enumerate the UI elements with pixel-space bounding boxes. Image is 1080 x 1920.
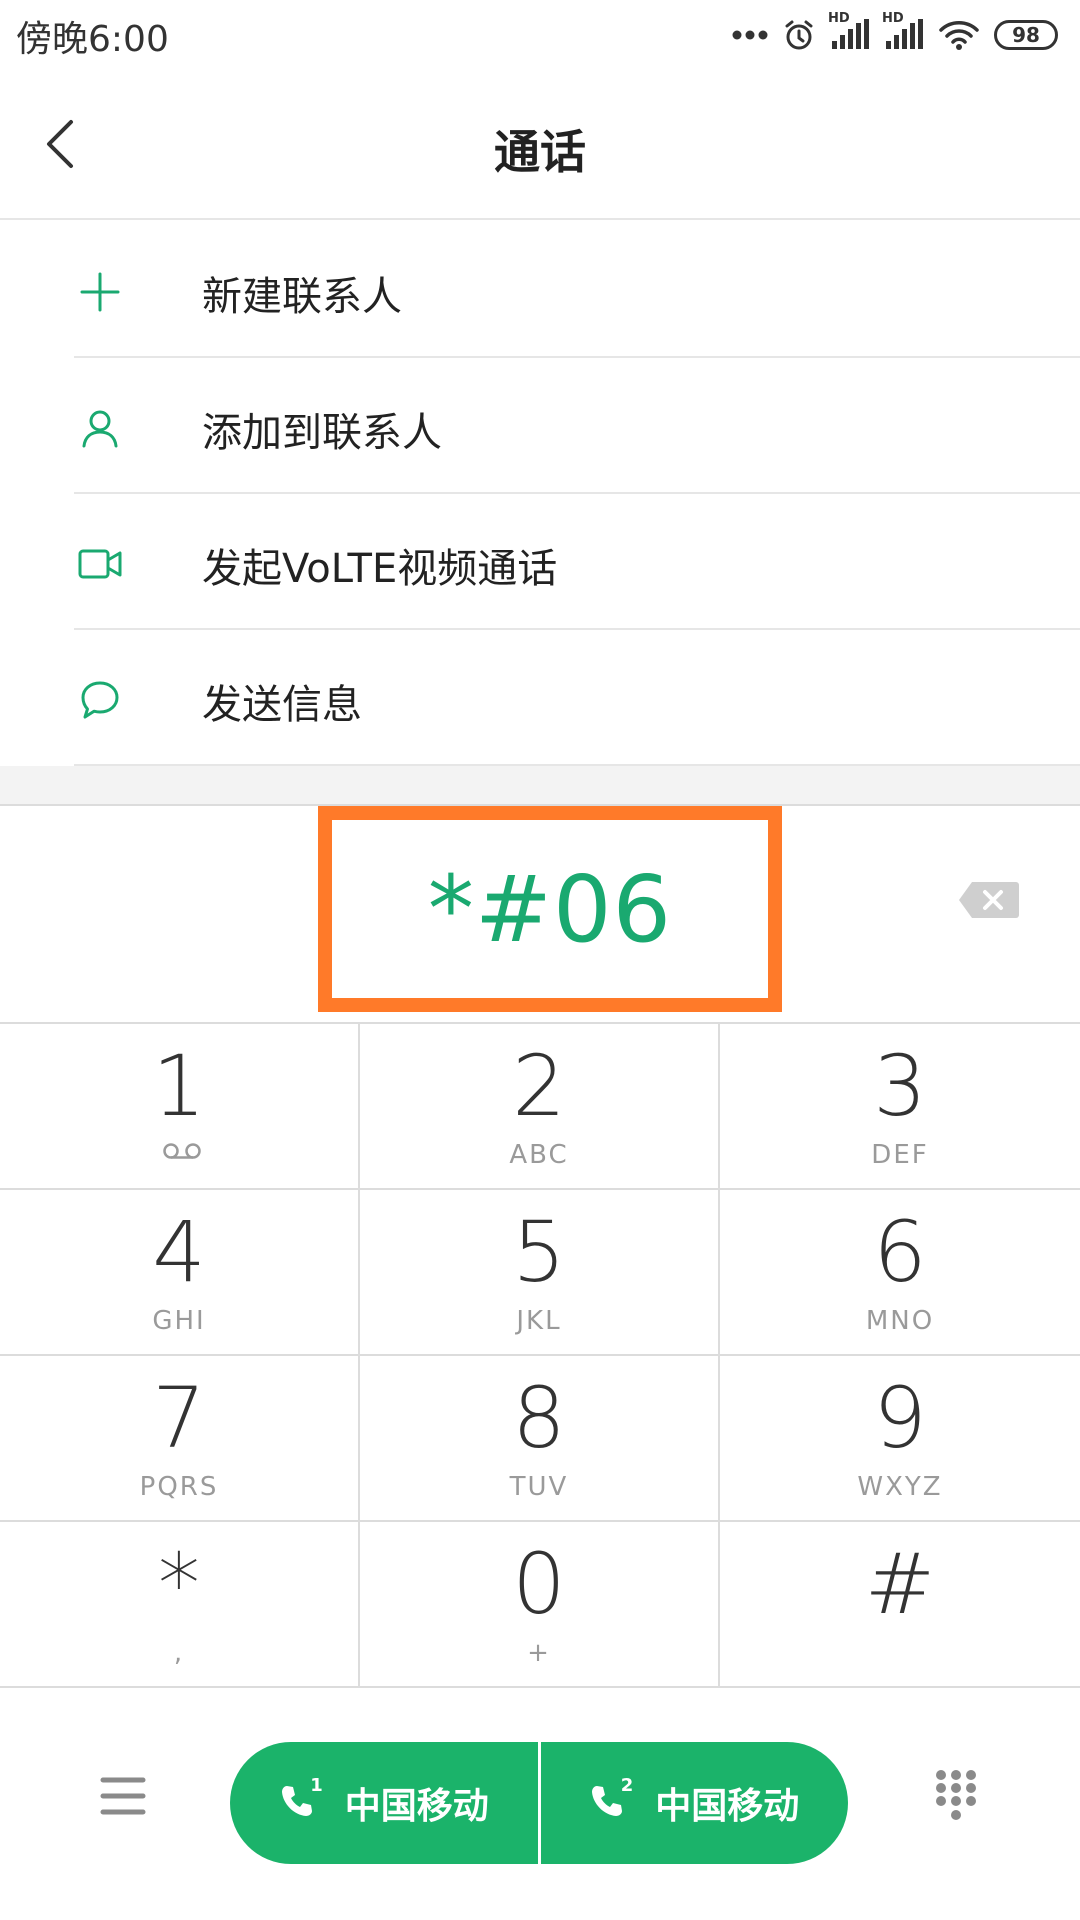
signal-sim2-icon: HD (882, 11, 924, 51)
sim1-index: 1 (310, 1775, 323, 1796)
key-letters: ABC (509, 1140, 569, 1170)
signal-sim1-icon: HD (828, 11, 870, 51)
sim1-label: 中国移动 (344, 1786, 489, 1827)
phone-sim1-icon: 1 (279, 1775, 323, 1823)
key-digit: 8 (512, 1369, 566, 1467)
key-digit: 5 (512, 1203, 566, 1301)
key-8[interactable]: 8 TUV (360, 1356, 720, 1522)
key-1[interactable]: 1 (0, 1024, 360, 1190)
dialpad-toggle-button[interactable] (934, 1768, 978, 1824)
menu-button[interactable] (100, 1774, 146, 1818)
key-digit: 3 (873, 1037, 927, 1135)
key-digit: * (158, 1535, 200, 1633)
key-letters: GHI (152, 1306, 206, 1336)
key-9[interactable]: 9 WXYZ (720, 1356, 1080, 1522)
message-bubble-icon (78, 678, 122, 722)
key-2[interactable]: 2 ABC (360, 1024, 720, 1190)
menu-item-send-message[interactable]: 发送信息 (0, 630, 1080, 766)
key-6[interactable]: 6 MNO (720, 1190, 1080, 1356)
key-letters: MNO (865, 1306, 935, 1336)
sim2-label: 中国移动 (655, 1786, 800, 1827)
phone-sim2-icon: 2 (589, 1775, 633, 1823)
more-dots-icon (732, 29, 768, 41)
key-letters: DEF (871, 1140, 929, 1170)
key-digit: 6 (873, 1203, 927, 1301)
menu-item-new-contact[interactable]: 新建联系人 (0, 222, 1080, 358)
plus-icon (78, 270, 122, 314)
key-star[interactable]: * , (0, 1522, 360, 1688)
key-4[interactable]: 4 GHI (0, 1190, 360, 1356)
page-title: 通话 (494, 125, 586, 179)
wifi-icon (938, 19, 980, 51)
alarm-clock-icon (782, 18, 816, 52)
menu-item-label: 新建联系人 (202, 274, 402, 320)
backspace-button[interactable] (958, 880, 1020, 920)
key-letters: TUV (509, 1472, 569, 1502)
keypad: 1 2 ABC 3 DEF 4 GHI 5 JKL 6 MNO 7 PQRS 8… (0, 1024, 1080, 1688)
entered-number[interactable]: *#06 (428, 856, 672, 963)
key-0[interactable]: 0 + (360, 1522, 720, 1688)
call-sim2-button[interactable]: 2 中国移动 (541, 1742, 849, 1864)
person-icon (78, 406, 122, 450)
hamburger-icon (100, 1777, 146, 1815)
menu-item-label: 发起VoLTE视频通话 (202, 546, 558, 592)
action-menu: 新建联系人 添加到联系人 发起VoLTE视频通话 发送信息 (0, 222, 1080, 766)
status-icons: HD HD 98 (732, 11, 1058, 58)
menu-item-label: 发送信息 (202, 682, 362, 728)
hd-badge-1: HD (828, 11, 850, 26)
hd-badge-2: HD (882, 11, 904, 26)
backspace-icon (959, 882, 1019, 918)
key-digit: 2 (512, 1037, 566, 1135)
key-letters: WXYZ (857, 1472, 943, 1502)
status-time: 傍晚6:00 (16, 19, 169, 60)
video-camera-icon (78, 542, 122, 586)
call-sim1-button[interactable]: 1 中国移动 (230, 1742, 538, 1864)
battery-icon: 98 (994, 20, 1058, 50)
key-7[interactable]: 7 PQRS (0, 1356, 360, 1522)
key-letters: , (173, 1638, 185, 1668)
title-bar: 通话 (0, 72, 1080, 220)
key-5[interactable]: 5 JKL (360, 1190, 720, 1356)
voicemail-icon (163, 1143, 201, 1159)
menu-item-label: 添加到联系人 (202, 410, 442, 456)
key-digit: 7 (152, 1369, 206, 1467)
key-digit: 1 (152, 1037, 206, 1135)
divider-band (0, 766, 1080, 806)
key-digit: # (864, 1535, 936, 1633)
sim2-index: 2 (620, 1775, 634, 1796)
key-digit: 4 (152, 1203, 206, 1301)
key-hash[interactable]: # (720, 1522, 1080, 1688)
dialpad-icon (936, 1770, 976, 1820)
number-display: *#06 (0, 806, 1080, 1024)
key-digit: 0 (512, 1535, 566, 1633)
key-digit: 9 (873, 1369, 927, 1467)
bottom-bar: 1 中国移动 2 中国移动 (0, 1690, 1080, 1920)
menu-item-video-call[interactable]: 发起VoLTE视频通话 (0, 494, 1080, 630)
key-3[interactable]: 3 DEF (720, 1024, 1080, 1190)
key-letters: + (527, 1638, 551, 1668)
call-buttons: 1 中国移动 2 中国移动 (230, 1742, 848, 1864)
key-letters: JKL (516, 1306, 562, 1336)
menu-item-add-to-contact[interactable]: 添加到联系人 (0, 358, 1080, 494)
highlight-box: *#06 (318, 806, 782, 1012)
key-letters: PQRS (139, 1472, 219, 1502)
status-bar: 傍晚6:00 HD HD 98 (0, 0, 1080, 72)
